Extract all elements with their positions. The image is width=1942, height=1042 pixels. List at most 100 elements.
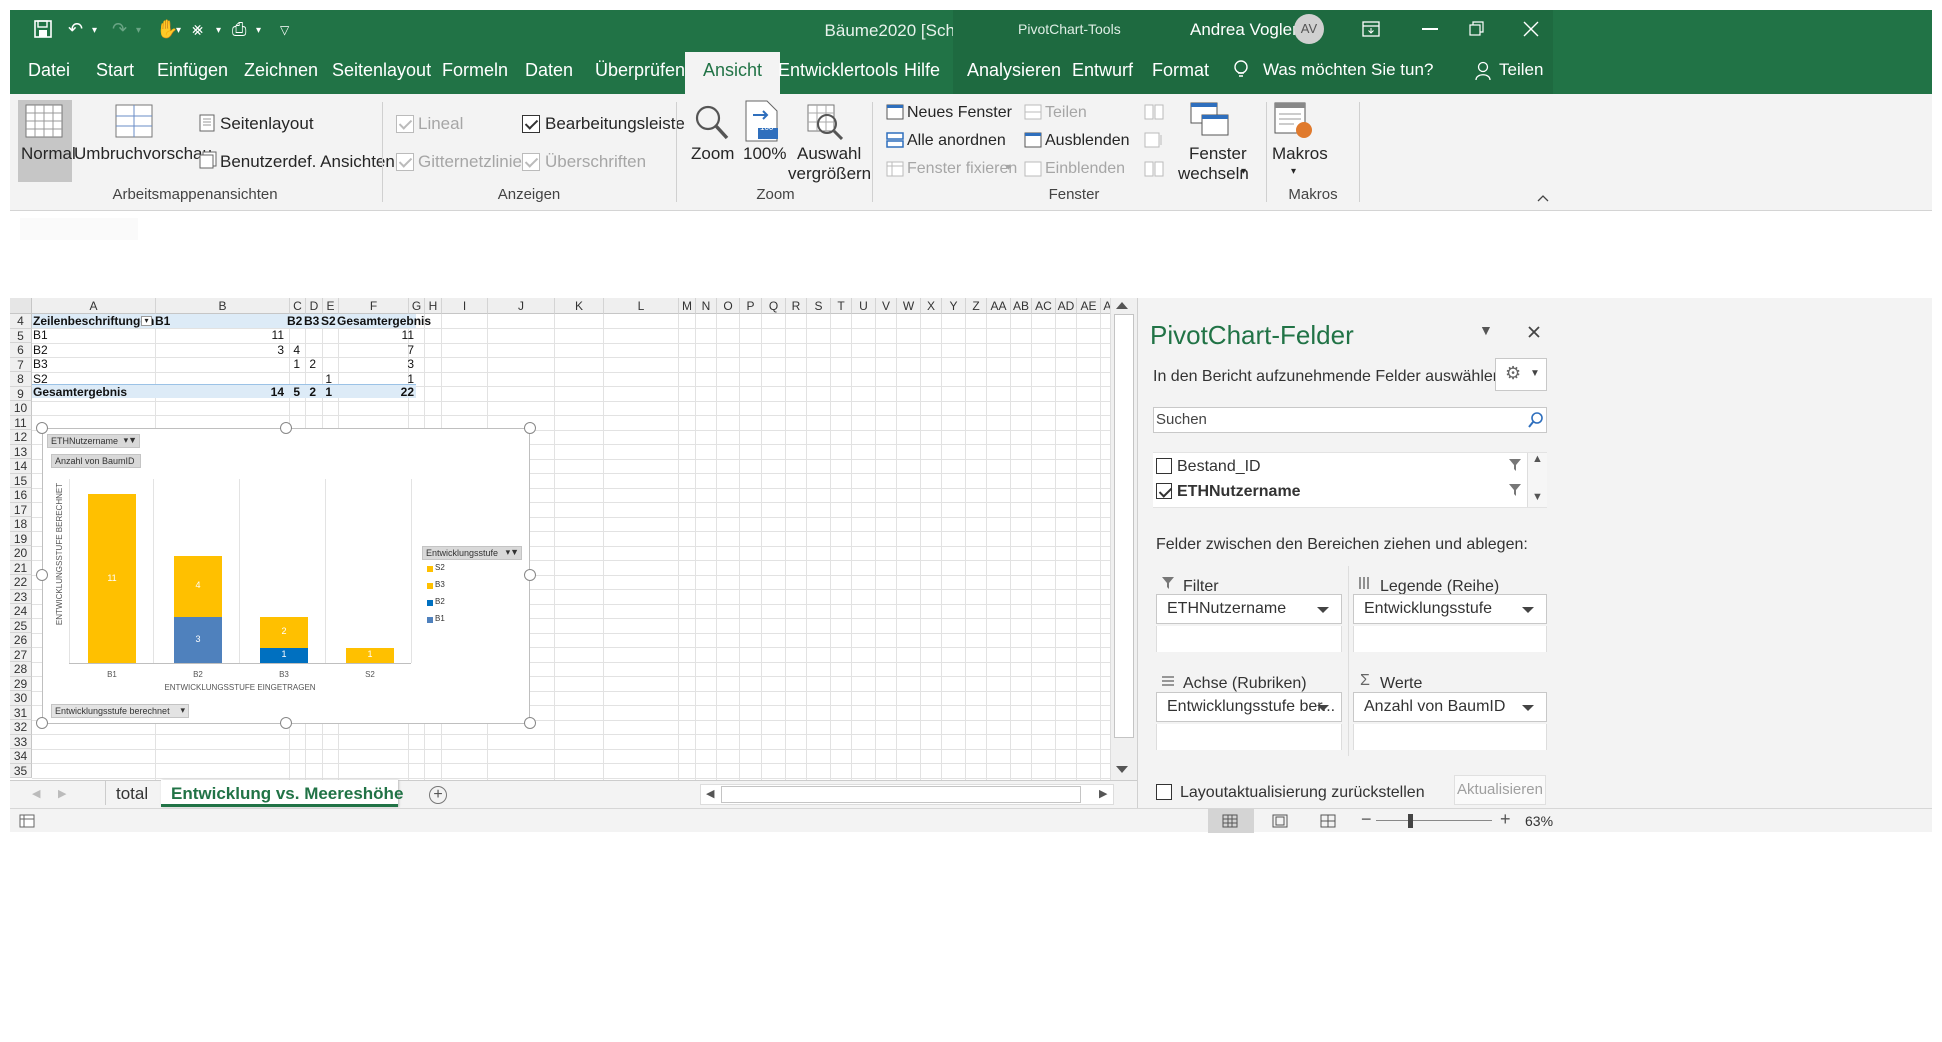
- horizontal-scrollbar[interactable]: ◀ ▶: [700, 784, 1114, 805]
- tab-einfuegen[interactable]: Einfügen: [157, 60, 228, 81]
- tab-daten[interactable]: Daten: [525, 60, 573, 81]
- row-header[interactable]: 27: [10, 647, 32, 662]
- reset-window-position-icon[interactable]: [1144, 161, 1164, 177]
- ruler-checkbox[interactable]: [396, 115, 414, 133]
- resize-handle-bl[interactable]: [36, 717, 48, 729]
- column-header[interactable]: AE: [1077, 298, 1101, 314]
- legend-field-dropdown[interactable]: Entwicklungsstufe: [1353, 594, 1547, 624]
- hide-window-button[interactable]: Ausblenden: [1045, 132, 1130, 150]
- row-header[interactable]: 20: [10, 546, 32, 561]
- column-header[interactable]: X: [921, 298, 942, 314]
- zoom-100-icon[interactable]: [745, 100, 779, 142]
- field-checkbox-ethnutzername[interactable]: [1156, 483, 1172, 499]
- page-break-preview-icon[interactable]: [115, 104, 153, 138]
- column-header[interactable]: H: [425, 298, 442, 314]
- column-header[interactable]: B: [156, 298, 290, 314]
- column-header[interactable]: AA: [987, 298, 1011, 314]
- freeze-panes-button[interactable]: Fenster fixieren: [907, 160, 1017, 178]
- pivot-total-b3[interactable]: 2: [302, 384, 316, 400]
- zoom-slider-thumb[interactable]: [1408, 814, 1413, 828]
- page-layout-status-icon[interactable]: [1272, 814, 1288, 828]
- scroll-up-icon[interactable]: [1116, 302, 1128, 309]
- sheet-tab-total[interactable]: total: [116, 784, 148, 804]
- resize-handle-l[interactable]: [36, 569, 48, 581]
- user-name[interactable]: Andrea Vogler: [1190, 20, 1298, 40]
- tab-hilfe[interactable]: Hilfe: [904, 60, 940, 81]
- new-window-button[interactable]: Neues Fenster: [907, 104, 1012, 122]
- column-header[interactable]: N: [696, 298, 717, 314]
- tab-ansicht[interactable]: Ansicht: [685, 52, 781, 94]
- resize-handle-br[interactable]: [524, 717, 536, 729]
- values-field-dropdown[interactable]: Anzahl von BaumID: [1353, 692, 1547, 722]
- column-header[interactable]: AD: [1056, 298, 1077, 314]
- pivot-col-b1[interactable]: B1: [155, 313, 170, 329]
- share-person-icon[interactable]: [1475, 61, 1493, 81]
- row-header[interactable]: 12: [10, 430, 32, 445]
- field-ethnutzername[interactable]: ETHNutzername: [1177, 483, 1301, 501]
- add-sheet-icon[interactable]: +: [429, 786, 447, 804]
- pivot-total-s2[interactable]: 1: [318, 384, 332, 400]
- column-header[interactable]: U: [852, 298, 876, 314]
- column-header[interactable]: I: [442, 298, 488, 314]
- pivot-row-labels-header[interactable]: Zeilenbeschriftungen: [33, 313, 154, 329]
- tab-start[interactable]: Start: [96, 60, 134, 81]
- row-labels-filter-icon[interactable]: ▾: [141, 316, 152, 326]
- pivot-cell[interactable]: 2: [302, 356, 316, 372]
- tab-analysieren[interactable]: Analysieren: [967, 60, 1061, 81]
- column-header[interactable]: K: [555, 298, 604, 314]
- column-header[interactable]: AC: [1032, 298, 1056, 314]
- scroll-right-icon[interactable]: ▶: [1099, 787, 1107, 800]
- view-side-by-side-icon[interactable]: [1144, 104, 1164, 120]
- update-button[interactable]: Aktualisieren: [1454, 775, 1546, 805]
- vertical-scrollbar[interactable]: [1110, 298, 1137, 780]
- zoom-out-icon[interactable]: −: [1361, 809, 1372, 830]
- field-bestand-id[interactable]: Bestand_ID: [1177, 458, 1261, 476]
- pivot-total-grand[interactable]: 22: [370, 384, 414, 400]
- tab-entwicklertools[interactable]: Entwicklertools: [778, 60, 898, 81]
- switch-windows-icon[interactable]: [1190, 102, 1230, 138]
- filter-drop-zone[interactable]: [1156, 626, 1342, 652]
- row-header[interactable]: 32: [10, 720, 32, 735]
- column-header[interactable]: Y: [942, 298, 966, 314]
- pivot-cell[interactable]: 3: [252, 342, 284, 358]
- row-header[interactable]: 29: [10, 676, 32, 691]
- row-header[interactable]: 31: [10, 705, 32, 720]
- row-header[interactable]: 30: [10, 691, 32, 706]
- legend-entry[interactable]: S2: [435, 563, 445, 572]
- search-icon[interactable]: [1528, 412, 1544, 428]
- column-header[interactable]: F: [339, 298, 409, 314]
- tab-zeichnen[interactable]: Zeichnen: [244, 60, 318, 81]
- resize-handle-tl[interactable]: [36, 422, 48, 434]
- row-header[interactable]: 15: [10, 473, 32, 488]
- zoom-level[interactable]: 63%: [1525, 813, 1553, 829]
- page-break-status-icon[interactable]: [1320, 814, 1336, 828]
- ribbon-display-options-icon[interactable]: [1362, 21, 1380, 37]
- row-header[interactable]: 22: [10, 575, 32, 590]
- column-header[interactable]: T: [831, 298, 852, 314]
- sheet-tab-entwicklung[interactable]: Entwicklung vs. Meereshöhe: [171, 784, 403, 804]
- tab-entwurf[interactable]: Entwurf: [1072, 60, 1133, 81]
- column-header[interactable]: Q: [762, 298, 786, 314]
- row-header[interactable]: 18: [10, 517, 32, 532]
- row-header[interactable]: 25: [10, 618, 32, 633]
- row-header[interactable]: 7: [10, 357, 32, 372]
- horizontal-scroll-thumb[interactable]: [721, 786, 1081, 803]
- restore-icon[interactable]: [1469, 21, 1485, 37]
- formula-bar-checkbox[interactable]: [522, 115, 540, 133]
- page-break-preview-button[interactable]: Umbruchvorschau: [74, 144, 212, 164]
- pivot-col-b3[interactable]: B3: [304, 313, 319, 329]
- column-header[interactable]: A: [32, 298, 156, 314]
- field-checkbox-bestand-id[interactable]: [1156, 458, 1172, 474]
- custom-views-button[interactable]: Benutzerdef. Ansichten: [220, 152, 395, 172]
- tell-me-search[interactable]: Was möchten Sie tun?: [1263, 60, 1433, 80]
- switch-windows-dropdown-icon[interactable]: ▾: [1241, 166, 1246, 177]
- avatar[interactable]: AV: [1294, 14, 1324, 44]
- share-button[interactable]: Teilen: [1499, 60, 1543, 80]
- row-header[interactable]: 6: [10, 343, 32, 358]
- column-header[interactable]: C: [290, 298, 306, 314]
- resize-handle-t[interactable]: [280, 422, 292, 434]
- legend-entry[interactable]: B3: [435, 580, 445, 589]
- name-box[interactable]: [20, 218, 138, 240]
- column-header[interactable]: J: [488, 298, 555, 314]
- legend-field-button[interactable]: Entwicklungsstufe ▾▼: [422, 546, 522, 560]
